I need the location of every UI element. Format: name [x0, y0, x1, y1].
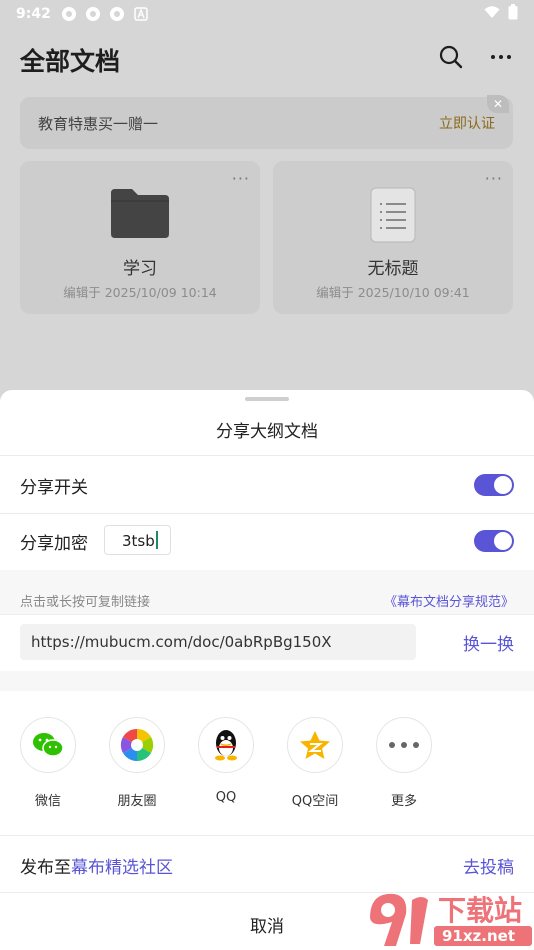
- share-sheet: 分享大纲文档 分享开关 分享加密 3tsb 点击或长按可复制链接 《幕布文档分享…: [0, 390, 534, 950]
- app-notification-icon: [85, 6, 101, 22]
- document-card[interactable]: ··· 无标题 编辑于 2025/10/10 09:41: [273, 161, 513, 314]
- password-field[interactable]: 3tsb: [104, 525, 171, 555]
- qzone-icon: [287, 717, 343, 773]
- divider: [0, 835, 534, 836]
- promo-banner[interactable]: 教育特惠买一赠一 立即认证 ✕: [20, 95, 513, 149]
- share-target-label: 朋友圈: [117, 794, 157, 809]
- share-switch-label: 分享开关: [20, 478, 88, 498]
- divider: [0, 513, 534, 514]
- share-more-button[interactable]: 更多: [369, 717, 439, 809]
- share-target-label: QQ空间: [291, 794, 339, 809]
- share-switch-toggle[interactable]: [474, 474, 514, 496]
- sheet-drag-handle[interactable]: [245, 397, 289, 401]
- password-value: 3tsb: [122, 532, 155, 550]
- document-icon: [370, 187, 416, 247]
- wifi-icon: [484, 5, 500, 23]
- battery-icon: [508, 4, 518, 24]
- share-qq-button[interactable]: QQ: [191, 717, 261, 805]
- promo-text: 教育特惠买一赠一: [38, 114, 159, 133]
- search-icon[interactable]: [438, 44, 464, 70]
- share-target-label: QQ: [215, 790, 237, 805]
- share-qzone-button[interactable]: QQ空间: [280, 717, 350, 809]
- text-caret: [155, 531, 158, 549]
- card-meta: 编辑于 2025/10/09 10:14: [63, 285, 217, 300]
- card-more-icon[interactable]: ···: [232, 169, 250, 188]
- svg-text:下载站: 下载站: [438, 894, 522, 927]
- share-target-label: 更多: [390, 794, 417, 809]
- share-spec-link[interactable]: 《幕布文档分享规范》: [384, 591, 514, 610]
- page-title: 全部文档: [20, 47, 121, 76]
- card-name: 无标题: [367, 259, 419, 279]
- copy-hint: 点击或长按可复制链接: [20, 595, 151, 610]
- close-icon[interactable]: ✕: [487, 95, 509, 113]
- publish-prefix: 发布至: [20, 858, 71, 878]
- community-link[interactable]: 幕布精选社区: [71, 858, 173, 878]
- share-encrypt-label: 分享加密: [20, 534, 88, 554]
- a-notification-icon: [133, 6, 149, 22]
- qq-icon: [198, 717, 254, 773]
- divider: [0, 455, 534, 456]
- promo-verify-link[interactable]: 立即认证: [439, 113, 495, 133]
- share-encrypt-toggle[interactable]: [474, 530, 514, 552]
- share-wechat-button[interactable]: 微信: [13, 717, 83, 809]
- status-time: 9:42: [16, 6, 51, 22]
- divider: [0, 614, 534, 615]
- share-target-label: 微信: [34, 794, 61, 809]
- wechat-icon: [20, 717, 76, 773]
- app-notification-icon: [109, 6, 125, 22]
- submit-button[interactable]: 去投稿: [463, 853, 514, 878]
- svg-text:91xz.net: 91xz.net: [442, 927, 515, 945]
- app-notification-icon: [61, 6, 77, 22]
- card-more-icon[interactable]: ···: [485, 169, 503, 188]
- publish-row[interactable]: 发布至幕布精选社区: [20, 853, 173, 878]
- section-spacer: [0, 671, 534, 691]
- status-bar: 9:42: [0, 0, 534, 28]
- card-name: 学习: [123, 259, 157, 279]
- watermark-logo: 下载站 91xz.net: [364, 888, 534, 950]
- swap-link-button[interactable]: 换一换: [463, 630, 514, 655]
- card-meta: 编辑于 2025/10/10 09:41: [316, 285, 470, 300]
- document-card[interactable]: ··· 学习 编辑于 2025/10/09 10:14: [20, 161, 260, 314]
- sheet-title: 分享大纲文档: [216, 422, 318, 442]
- more-options-icon[interactable]: [488, 44, 514, 70]
- moments-icon: [109, 717, 165, 773]
- share-moments-button[interactable]: 朋友圈: [102, 717, 172, 809]
- more-icon: [376, 717, 432, 773]
- folder-icon: [110, 187, 170, 243]
- share-url-field[interactable]: https://mubucm.com/doc/0abRpBg150X: [20, 624, 416, 660]
